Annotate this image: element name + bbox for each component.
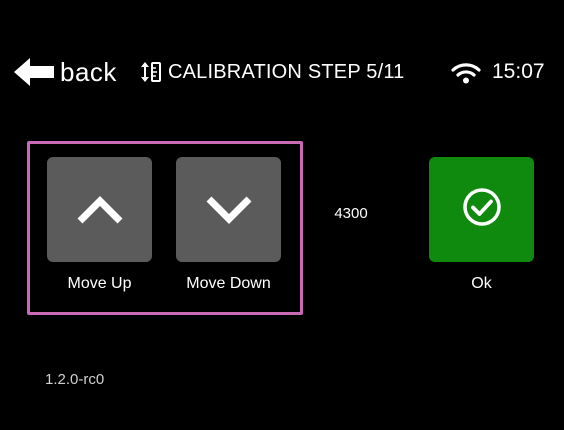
move-down-button[interactable] — [176, 157, 281, 262]
chevron-down-icon — [204, 194, 254, 226]
arrow-left-icon — [14, 58, 54, 86]
position-value: 4300 — [334, 205, 368, 222]
calibration-icon — [140, 62, 168, 82]
clock: 15:07 — [492, 60, 545, 83]
move-up-label: Move Up — [67, 275, 132, 292]
title-text: CALIBRATION STEP 5/11 — [168, 61, 405, 83]
back-label: back — [60, 57, 117, 87]
calibration-screen: back CALIBRATION STEP 5/11 15:07 Move Up… — [0, 0, 564, 430]
move-down-label: Move Down — [186, 275, 271, 292]
page-title: CALIBRATION STEP 5/11 — [140, 58, 405, 86]
ok-label: Ok — [471, 275, 492, 292]
wifi-icon — [451, 62, 481, 84]
ok-button[interactable] — [429, 157, 534, 262]
move-controls-group: Move Up Move Down — [27, 141, 303, 315]
chevron-up-icon — [75, 194, 125, 226]
version-label: 1.2.0-rc0 — [45, 371, 105, 388]
move-up-button[interactable] — [47, 157, 152, 262]
check-circle-icon — [462, 187, 502, 232]
back-button[interactable]: back — [14, 56, 117, 88]
